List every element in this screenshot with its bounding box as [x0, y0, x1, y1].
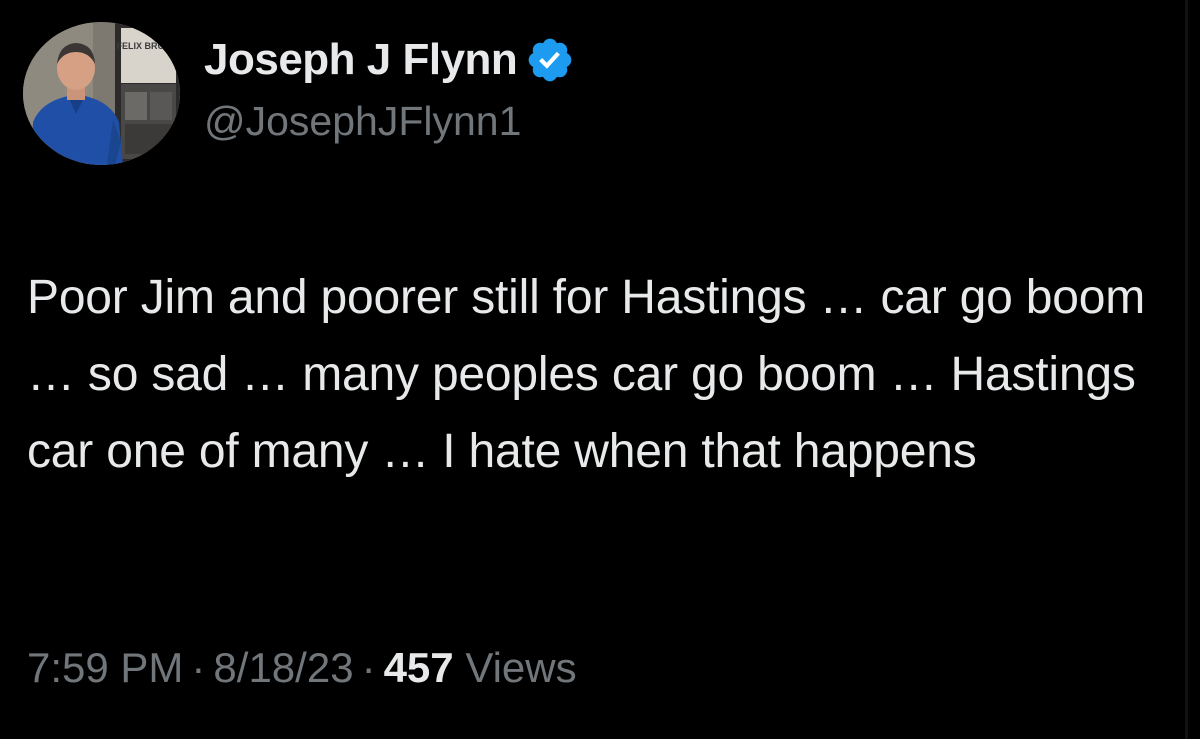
name-row: Joseph J Flynn	[204, 32, 575, 88]
meta-separator: ·	[361, 644, 376, 691]
avatar-poster-text: FELIX BROWN	[117, 41, 180, 51]
author-block: Joseph J Flynn @JosephJFlynn1	[204, 32, 575, 148]
views-label: Views	[465, 644, 577, 691]
scrollbar[interactable]	[1185, 0, 1188, 739]
meta-separator: ·	[191, 644, 206, 691]
tweet-date[interactable]: 8/18/23	[213, 644, 353, 691]
display-name[interactable]: Joseph J Flynn	[204, 32, 518, 88]
tweet-time[interactable]: 7:59 PM	[27, 644, 183, 691]
verified-badge-icon	[525, 35, 575, 85]
tweet-text: Poor Jim and poorer still for Hastings ……	[27, 271, 1146, 478]
avatar[interactable]: FELIX BROWN	[23, 22, 180, 165]
user-handle[interactable]: @JosephJFlynn1	[204, 94, 575, 148]
tweet-card: FELIX BROWN Joseph J Flynn @JosephJFlynn…	[0, 0, 1200, 739]
tweet-meta: 7:59 PM · 8/18/23 · 457 Views	[27, 640, 577, 696]
views-count: 457	[383, 644, 454, 691]
profile-photo-icon: FELIX BROWN	[23, 22, 180, 165]
